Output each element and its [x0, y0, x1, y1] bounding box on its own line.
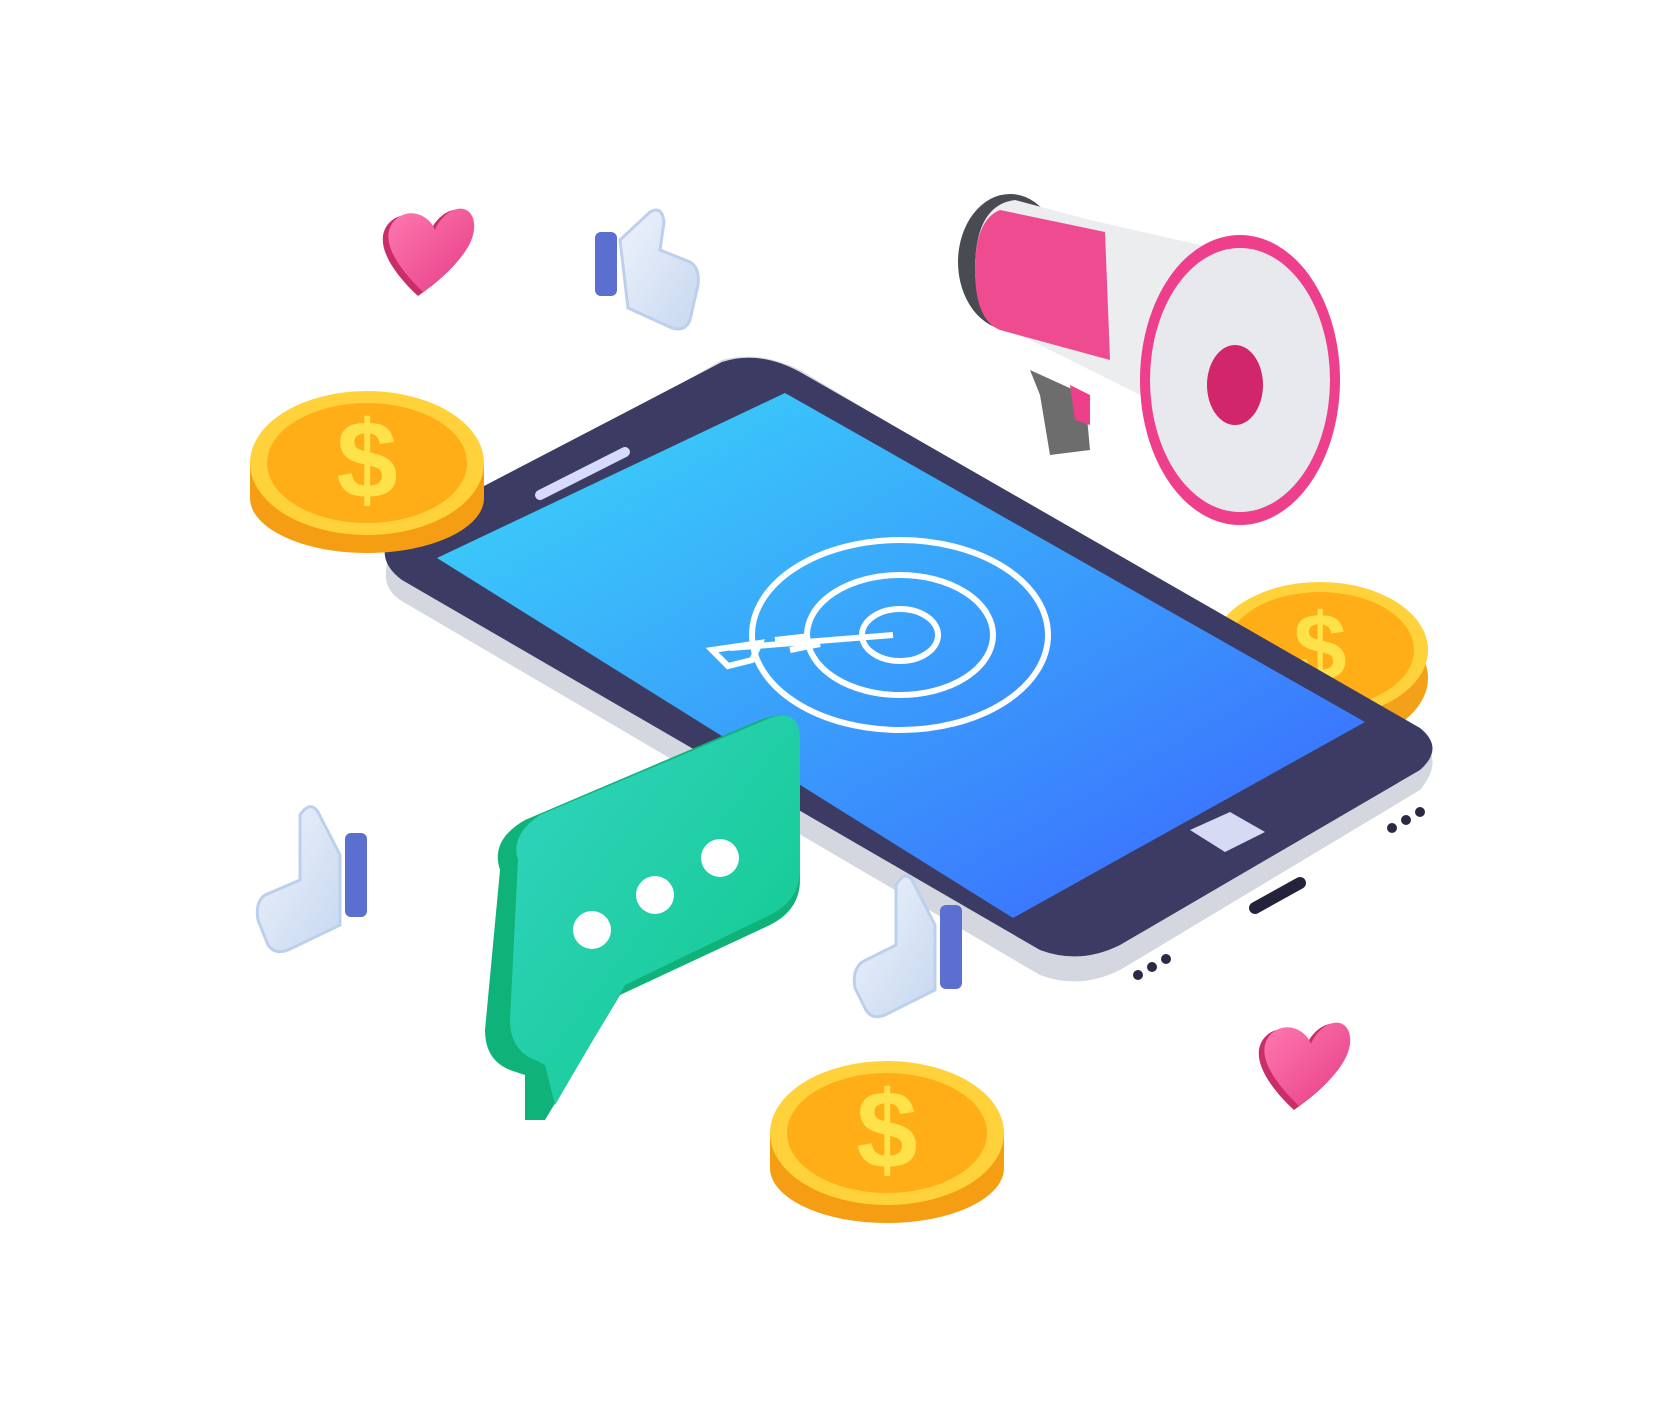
dollar-coin-icon: $	[250, 391, 484, 553]
dollar-coin-icon: $	[770, 1061, 1004, 1223]
heart-icon	[382, 208, 475, 296]
typing-dot-icon	[701, 839, 739, 877]
charging-port	[1249, 877, 1306, 914]
thumbs-up-icon	[595, 208, 700, 331]
svg-text:$: $	[336, 399, 397, 522]
thumbs-up-icon	[255, 805, 367, 954]
heart-icon	[1258, 1022, 1351, 1110]
typing-dot-icon	[636, 876, 674, 914]
marketing-illustration: $ $ $	[0, 0, 1680, 1405]
megaphone-icon	[958, 194, 1340, 525]
illustration-canvas: $ $ $	[250, 194, 1433, 1223]
chat-bubble-icon	[485, 715, 800, 1120]
svg-text:$: $	[856, 1069, 917, 1192]
typing-dot-icon	[573, 911, 611, 949]
